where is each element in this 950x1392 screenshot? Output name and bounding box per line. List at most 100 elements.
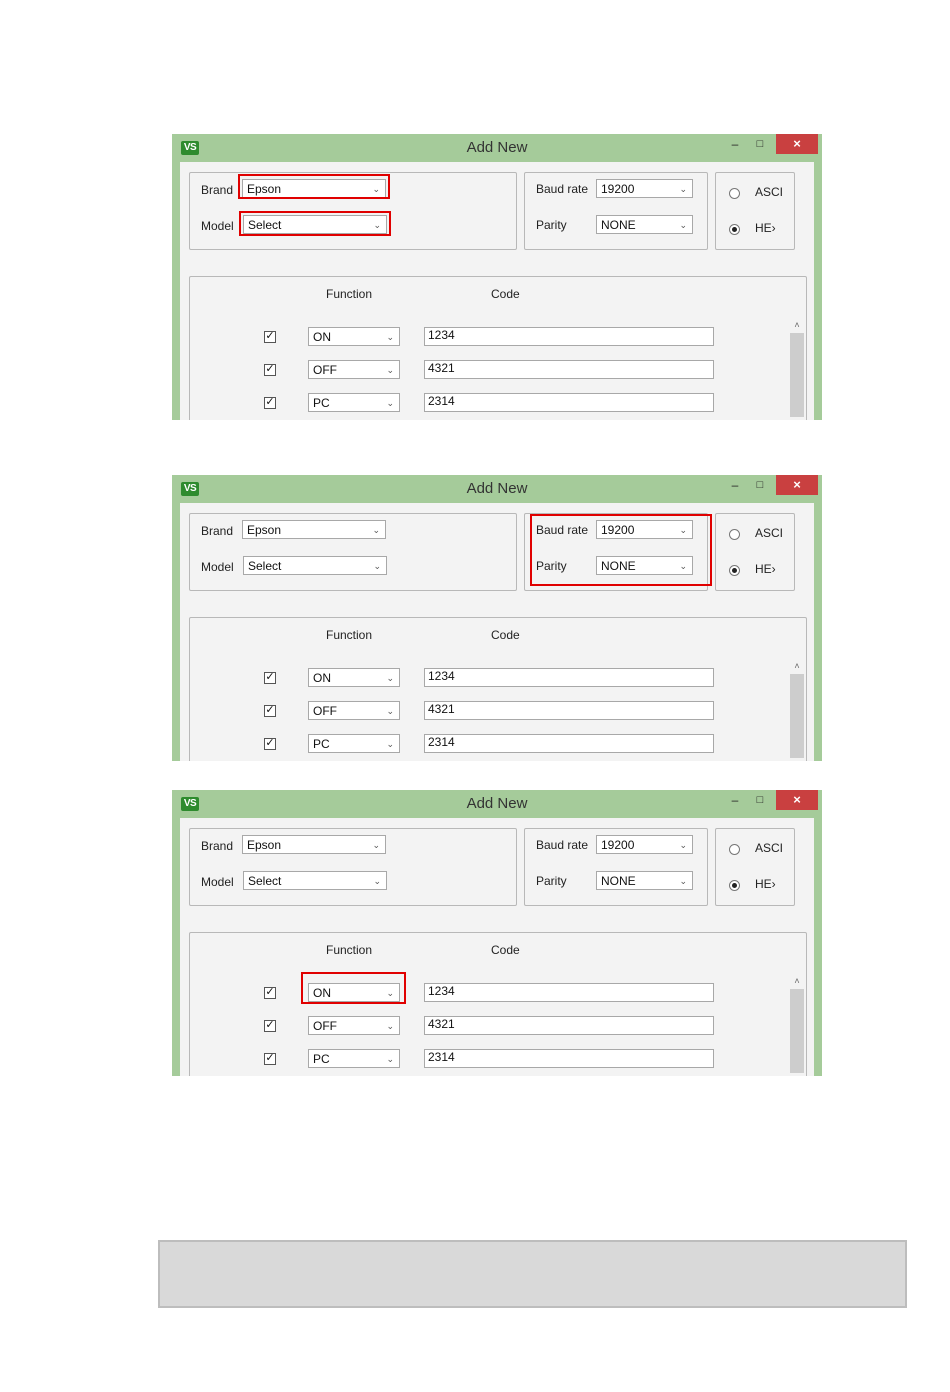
code-input[interactable]: 2314 (424, 734, 714, 753)
maximize-button[interactable]: □ (750, 134, 770, 154)
brand-select[interactable]: Epson ⌄ (242, 179, 386, 198)
code-input[interactable]: 4321 (424, 701, 714, 720)
row-checkbox[interactable]: ✓ (264, 397, 276, 409)
brand-select[interactable]: Epson ⌄ (242, 835, 386, 854)
note-box (158, 1240, 907, 1308)
chevron-down-icon: ⌄ (386, 673, 394, 683)
checkmark-icon: ✓ (265, 1052, 275, 1064)
minimize-button[interactable]: – (725, 134, 745, 154)
function-select[interactable]: ON ⌄ (308, 668, 400, 687)
function-select[interactable]: ON ⌄ (308, 983, 400, 1002)
baud-parity-group: Baud rate 19200 ⌄ Parity NONE ⌄ (524, 172, 708, 250)
baud-rate-value: 19200 (601, 838, 635, 852)
hex-radio[interactable] (729, 880, 740, 891)
minimize-button[interactable]: – (725, 790, 745, 810)
function-select[interactable]: ON ⌄ (308, 327, 400, 346)
baud-rate-select[interactable]: 19200 ⌄ (596, 179, 693, 198)
function-header: Function (326, 628, 373, 642)
close-button[interactable]: × (776, 790, 818, 810)
code-input-value: 4321 (428, 1017, 455, 1031)
code-input[interactable]: 1234 (424, 983, 714, 1002)
scroll-thumb[interactable] (790, 674, 804, 758)
model-label: Model (201, 560, 234, 574)
close-button[interactable]: × (776, 475, 818, 495)
row-checkbox[interactable]: ✓ (264, 738, 276, 750)
minimize-button[interactable]: – (725, 475, 745, 495)
scroll-up-icon[interactable]: ˄ (789, 660, 805, 672)
chevron-down-icon: ⌄ (373, 561, 381, 571)
ascii-radio[interactable] (729, 188, 740, 199)
vertical-scrollbar[interactable]: ˄ (789, 319, 805, 417)
chevron-down-icon: ⌄ (386, 398, 394, 408)
function-select[interactable]: PC ⌄ (308, 393, 400, 412)
row-checkbox[interactable]: ✓ (264, 364, 276, 376)
function-select[interactable]: OFF ⌄ (308, 360, 400, 379)
baud-rate-select[interactable]: 19200 ⌄ (596, 520, 693, 539)
baud-rate-select[interactable]: 19200 ⌄ (596, 835, 693, 854)
vertical-scrollbar[interactable]: ˄ (789, 975, 805, 1073)
scroll-thumb[interactable] (790, 333, 804, 417)
scroll-thumb[interactable] (790, 989, 804, 1073)
chevron-down-icon: ⌄ (372, 184, 380, 194)
ascii-radio[interactable] (729, 529, 740, 540)
row-checkbox[interactable]: ✓ (264, 705, 276, 717)
parity-select[interactable]: NONE ⌄ (596, 871, 693, 890)
baud-rate-label: Baud rate (536, 182, 589, 196)
checkmark-icon: ✓ (265, 363, 275, 375)
brand-model-group: Brand Epson ⌄ Model Select ⌄ (189, 828, 517, 906)
ascii-label: ASCI (755, 526, 784, 540)
brand-label: Brand (201, 524, 234, 538)
hex-label: HE› (755, 877, 776, 891)
parity-select[interactable]: NONE ⌄ (596, 556, 693, 575)
ascii-radio[interactable] (729, 844, 740, 855)
parity-select[interactable]: NONE ⌄ (596, 215, 693, 234)
code-header: Code (491, 287, 520, 301)
vertical-scrollbar[interactable]: ˄ (789, 660, 805, 758)
scroll-up-icon[interactable]: ˄ (789, 319, 805, 331)
checkmark-icon: ✓ (265, 671, 275, 683)
function-select[interactable]: PC ⌄ (308, 1049, 400, 1068)
maximize-button[interactable]: □ (750, 475, 770, 495)
close-button[interactable]: × (776, 134, 818, 154)
model-select[interactable]: Select ⌄ (243, 871, 387, 890)
brand-model-group: Brand Epson ⌄ Model Select ⌄ (189, 172, 517, 250)
brand-select[interactable]: Epson ⌄ (242, 520, 386, 539)
code-input[interactable]: 4321 (424, 360, 714, 379)
code-input[interactable]: 2314 (424, 1049, 714, 1068)
row-checkbox[interactable]: ✓ (264, 1053, 276, 1065)
code-input[interactable]: 1234 (424, 668, 714, 687)
chevron-down-icon: ⌄ (679, 184, 687, 194)
baud-parity-group: Baud rate 19200 ⌄ Parity NONE ⌄ (524, 828, 708, 906)
maximize-button[interactable]: □ (750, 790, 770, 810)
parity-label: Parity (536, 218, 567, 232)
code-input-value: 4321 (428, 361, 455, 375)
function-select-value: OFF (313, 1019, 337, 1033)
row-checkbox[interactable]: ✓ (264, 1020, 276, 1032)
chevron-down-icon: ⌄ (372, 840, 380, 850)
hex-radio[interactable] (729, 224, 740, 235)
row-checkbox[interactable]: ✓ (264, 672, 276, 684)
model-select-value: Select (248, 218, 282, 232)
scroll-up-icon[interactable]: ˄ (789, 975, 805, 987)
row-checkbox[interactable]: ✓ (264, 987, 276, 999)
row-checkbox[interactable]: ✓ (264, 331, 276, 343)
chevron-down-icon: ⌄ (679, 876, 687, 886)
ascii-label: ASCI (755, 185, 784, 199)
model-select-value: Select (248, 559, 282, 573)
code-input[interactable]: 1234 (424, 327, 714, 346)
chevron-down-icon: ⌄ (386, 706, 394, 716)
code-input[interactable]: 2314 (424, 393, 714, 412)
chevron-down-icon: ⌄ (373, 876, 381, 886)
function-select[interactable]: OFF ⌄ (308, 701, 400, 720)
model-select[interactable]: Select ⌄ (243, 215, 387, 234)
code-input[interactable]: 4321 (424, 1016, 714, 1035)
chevron-down-icon: ⌄ (679, 561, 687, 571)
function-select[interactable]: PC ⌄ (308, 734, 400, 753)
model-select[interactable]: Select ⌄ (243, 556, 387, 575)
hex-radio[interactable] (729, 565, 740, 576)
chevron-down-icon: ⌄ (373, 220, 381, 230)
hex-label: HE› (755, 562, 776, 576)
function-select[interactable]: OFF ⌄ (308, 1016, 400, 1035)
function-select-value: PC (313, 1052, 330, 1066)
function-header: Function (326, 287, 373, 301)
